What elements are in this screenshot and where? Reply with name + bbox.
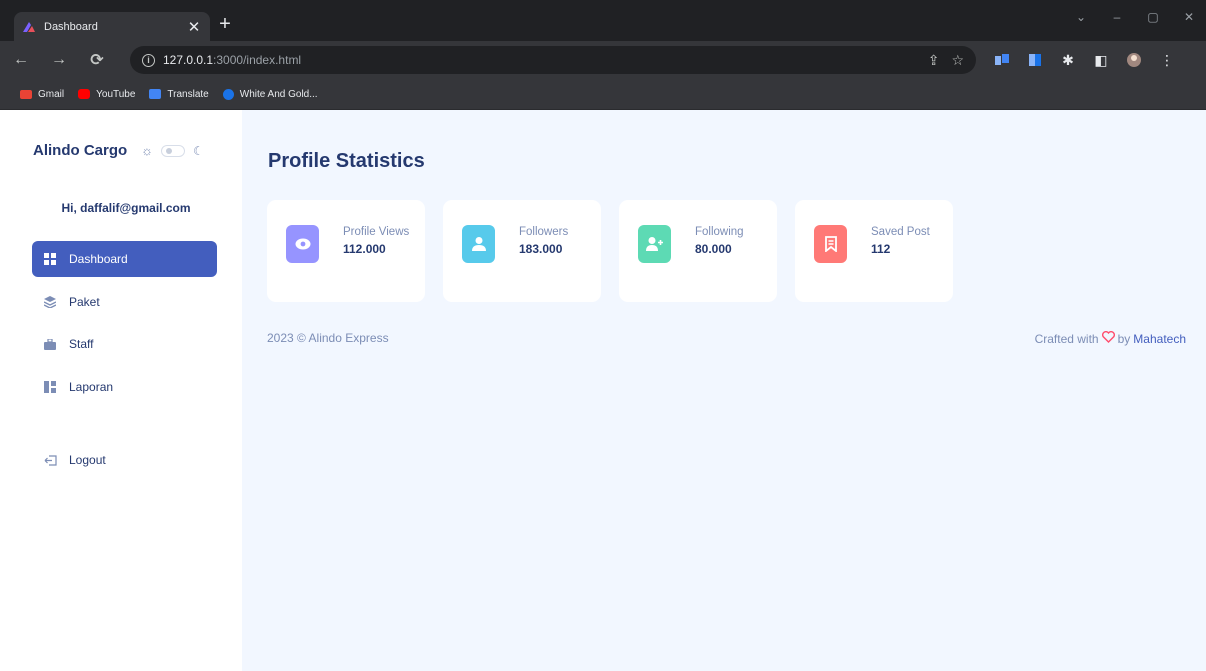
restore-icon[interactable]: ▢ — [1146, 10, 1160, 24]
sidebar-item-paket[interactable]: Paket — [32, 284, 217, 320]
logout-label: Logout — [69, 453, 106, 467]
side-panel-icon[interactable]: ◧ — [1093, 52, 1109, 68]
sidebar-item-label: Dashboard — [69, 252, 128, 266]
stat-card-saved-post: Saved Post 112 — [795, 200, 953, 302]
sidebar-item-staff[interactable]: Staff — [32, 326, 217, 362]
sidebar-item-laporan[interactable]: Laporan — [32, 369, 217, 405]
stat-label: Following — [695, 226, 744, 238]
favicon-icon — [22, 20, 36, 34]
footer-credits: Crafted with by Mahatech — [1034, 330, 1186, 346]
briefcase-icon — [44, 338, 56, 350]
stat-label: Saved Post — [871, 226, 930, 238]
stat-label: Profile Views — [343, 226, 410, 238]
bookmark-icon — [814, 225, 847, 263]
window-controls: ⌄ – ▢ ✕ — [1074, 10, 1196, 24]
docs-extension-icon[interactable] — [1027, 52, 1043, 68]
tab-title: Dashboard — [44, 20, 98, 33]
back-icon[interactable]: ← — [8, 47, 34, 73]
stats-cards: Profile Views 112.000 Followers 183.000 … — [267, 200, 953, 302]
sidebar: Alindo Cargo ☼ ☾ Hi, daffalif@gmail.com … — [0, 110, 242, 671]
browser-tab[interactable]: Dashboard ✕ — [14, 12, 210, 41]
extensions-area: ✱ ◧ ⋮ — [994, 52, 1175, 68]
sun-icon: ☼ — [141, 143, 154, 158]
stat-value: 183.000 — [519, 242, 563, 256]
site-globe-icon — [222, 88, 234, 100]
stat-card-profile-views: Profile Views 112.000 — [267, 200, 425, 302]
translate-extension-icon[interactable] — [994, 52, 1010, 68]
tab-strip: Dashboard ✕ + ⌄ – ▢ ✕ — [8, 8, 1206, 41]
sidebar-item-label: Laporan — [69, 379, 114, 394]
translate-icon — [149, 89, 162, 99]
logout-icon — [44, 454, 57, 466]
share-icon[interactable]: ⇪ — [928, 52, 940, 69]
moon-icon: ☾ — [193, 143, 204, 158]
url-host: 127.0.0.1 — [163, 53, 214, 67]
sidebar-item-label: Staff — [69, 337, 94, 351]
extensions-puzzle-icon[interactable]: ✱ — [1060, 52, 1076, 68]
page-title: Profile Statistics — [268, 150, 425, 172]
forward-icon[interactable]: → — [46, 47, 72, 73]
window-close-icon[interactable]: ✕ — [1182, 10, 1196, 24]
footer-by-text: by — [1117, 331, 1131, 346]
gmail-icon — [20, 89, 32, 99]
browser-toolbar: ← → ⟳ i 127.0.0.1:3000/index.html ⇪ ☆ ✱ … — [0, 41, 1206, 79]
user-icon — [462, 225, 495, 263]
main-content: Profile Statistics Profile Views 112.000… — [242, 110, 1206, 671]
stat-value: 112.000 — [343, 242, 386, 256]
bookmark-translate[interactable]: Translate — [149, 89, 209, 100]
user-plus-icon — [638, 225, 671, 263]
sidebar-item-dashboard[interactable]: Dashboard — [32, 241, 217, 277]
url-path: :3000/index.html — [213, 53, 302, 67]
bookmark-star-icon[interactable]: ☆ — [951, 52, 964, 69]
footer-crafted-text: Crafted with — [1034, 331, 1099, 346]
stat-value: 112 — [871, 242, 891, 256]
brand-title[interactable]: Alindo Cargo — [33, 142, 127, 159]
bookmark-gmail[interactable]: Gmail — [20, 89, 64, 100]
reload-icon[interactable]: ⟳ — [84, 47, 110, 73]
bookmarks-bar: Gmail YouTube Translate White And Gold..… — [0, 79, 1206, 110]
new-tab-icon[interactable]: + — [213, 12, 237, 36]
minimize-icon[interactable]: – — [1110, 10, 1124, 24]
address-bar[interactable]: i 127.0.0.1:3000/index.html ⇪ ☆ — [130, 46, 976, 74]
footer-brand-link[interactable]: Mahatech — [1133, 332, 1186, 346]
dark-mode-switch[interactable] — [161, 144, 186, 157]
logout-link[interactable]: Logout — [44, 453, 106, 467]
sidebar-item-label: Paket — [69, 294, 100, 309]
bookmark-youtube[interactable]: YouTube — [78, 89, 135, 100]
footer-copyright: 2023 © Alindo Express — [267, 331, 389, 345]
stat-label: Followers — [519, 226, 569, 238]
site-info-icon[interactable]: i — [142, 53, 155, 67]
stat-card-followers: Followers 183.000 — [443, 200, 601, 302]
tab-close-icon[interactable]: ✕ — [186, 18, 202, 36]
layout-icon — [44, 380, 56, 393]
stat-value: 80.000 — [695, 242, 732, 256]
browser-chrome: Dashboard ✕ + ⌄ – ▢ ✕ ← → ⟳ i 127.0.0.1:… — [0, 0, 1206, 110]
theme-toggle: ☼ ☾ — [141, 143, 204, 158]
profile-avatar-icon[interactable] — [1126, 52, 1142, 68]
grid-icon — [44, 253, 56, 265]
user-greeting: Hi, daffalif@gmail.com — [61, 201, 191, 215]
sidebar-menu: Dashboard Paket Staff Laporan — [32, 241, 217, 411]
brand-row: Alindo Cargo ☼ ☾ — [33, 142, 204, 159]
tab-search-icon[interactable]: ⌄ — [1074, 10, 1088, 24]
youtube-icon — [78, 89, 91, 99]
heart-icon — [1101, 330, 1115, 346]
bookmark-white-and-gold[interactable]: White And Gold... — [222, 88, 318, 100]
stack-icon — [44, 295, 56, 308]
stat-card-following: Following 80.000 — [619, 200, 777, 302]
eye-icon — [286, 225, 319, 263]
menu-kebab-icon[interactable]: ⋮ — [1159, 52, 1175, 68]
